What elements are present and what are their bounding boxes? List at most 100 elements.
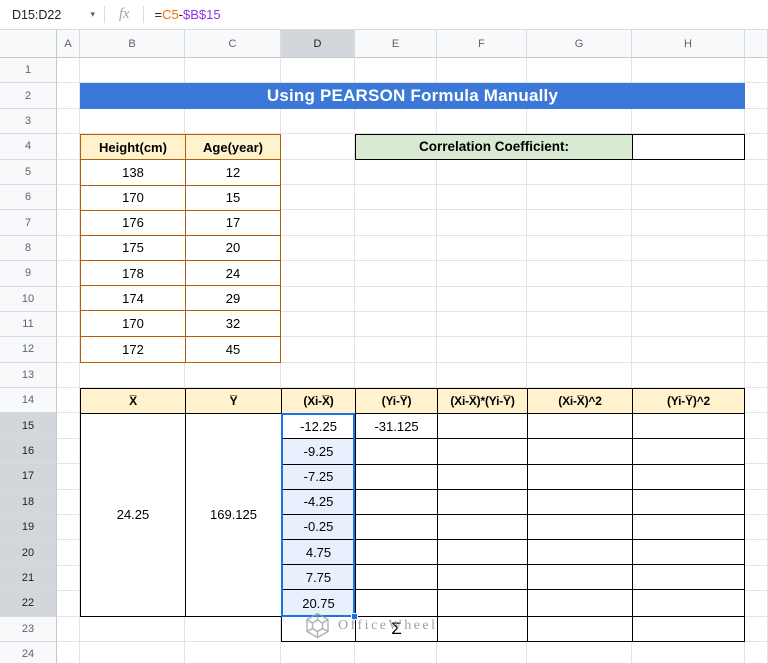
- table2-cell[interactable]: [633, 439, 744, 465]
- fill-handle[interactable]: [351, 612, 358, 620]
- table1-cell[interactable]: 29: [186, 286, 280, 312]
- table1-cell[interactable]: 24: [186, 261, 280, 287]
- table1-cell[interactable]: 138: [81, 160, 186, 186]
- table2-cell[interactable]: [528, 439, 633, 465]
- cell-A-2[interactable]: [57, 83, 80, 109]
- xi-deviation-cell[interactable]: -4.25: [282, 489, 356, 515]
- table2-cell[interactable]: [528, 414, 633, 440]
- table1-cell[interactable]: 20: [186, 235, 280, 261]
- row-header-15[interactable]: 15: [0, 413, 57, 439]
- cell-B-24[interactable]: [80, 641, 185, 663]
- cell-D-4[interactable]: [281, 134, 355, 160]
- table2-cell[interactable]: [528, 590, 633, 616]
- cell-G-13[interactable]: [527, 362, 632, 389]
- row-header-18[interactable]: 18: [0, 489, 57, 516]
- cell-D-11[interactable]: [281, 311, 355, 338]
- table2-cell[interactable]: [633, 464, 744, 490]
- cell-D-7[interactable]: [281, 210, 355, 236]
- table2-cell[interactable]: [528, 464, 633, 490]
- cell-A-13[interactable]: [57, 362, 80, 389]
- xi-deviation-cell[interactable]: 7.75: [282, 565, 356, 591]
- xi-deviation-cell[interactable]: 4.75: [282, 540, 356, 566]
- cell-E-8[interactable]: [355, 235, 437, 262]
- cell-A-10[interactable]: [57, 286, 80, 312]
- cell-overflow-10[interactable]: [745, 286, 768, 312]
- cell-overflow-22[interactable]: [745, 591, 768, 617]
- table1-cell[interactable]: 15: [186, 185, 280, 211]
- xi-deviation-cell[interactable]: -0.25: [282, 514, 356, 541]
- cell-A-19[interactable]: [57, 515, 80, 541]
- name-box[interactable]: D15:D22 ▾: [0, 0, 104, 29]
- cell-F-9[interactable]: [437, 261, 527, 287]
- cell-F-24[interactable]: [437, 641, 527, 663]
- select-all-corner[interactable]: [0, 30, 57, 58]
- row-header-5[interactable]: 5: [0, 159, 57, 185]
- row-header-13[interactable]: 13: [0, 362, 57, 389]
- column-header-E[interactable]: E: [355, 30, 437, 58]
- y-mean-cell[interactable]: 169.125: [186, 414, 282, 616]
- cell-A-11[interactable]: [57, 311, 80, 338]
- cell-D-3[interactable]: [281, 108, 355, 135]
- table1-cell[interactable]: 170: [81, 185, 186, 211]
- table2-cell[interactable]: [633, 590, 744, 616]
- sum-row-cell[interactable]: [633, 616, 744, 641]
- cell-A-20[interactable]: [57, 540, 80, 566]
- xi-deviation-cell[interactable]: -12.25: [282, 414, 356, 440]
- cell-C-23[interactable]: [185, 616, 281, 642]
- table1-cell[interactable]: 174: [81, 286, 186, 312]
- cell-overflow-16[interactable]: [745, 438, 768, 465]
- cell-overflow-13[interactable]: [745, 362, 768, 389]
- cell-H-7[interactable]: [632, 210, 745, 236]
- table2-cell[interactable]: [438, 540, 528, 566]
- table1-cell[interactable]: 17: [186, 210, 280, 236]
- row-header-24[interactable]: 24: [0, 641, 57, 663]
- cell-A-15[interactable]: [57, 413, 80, 439]
- cell-E-10[interactable]: [355, 286, 437, 312]
- cell-G-1[interactable]: [527, 58, 632, 84]
- cell-A-23[interactable]: [57, 616, 80, 642]
- table2-cell[interactable]: [528, 565, 633, 591]
- cell-A-5[interactable]: [57, 159, 80, 185]
- cell-D-8[interactable]: [281, 235, 355, 262]
- cell-B-3[interactable]: [80, 108, 185, 135]
- cell-A-3[interactable]: [57, 108, 80, 135]
- cell-overflow-7[interactable]: [745, 210, 768, 236]
- table1-cell[interactable]: 32: [186, 311, 280, 337]
- table2-cell[interactable]: [356, 590, 438, 616]
- sum-row-cell[interactable]: [528, 616, 633, 641]
- cell-E-3[interactable]: [355, 108, 437, 135]
- row-header-9[interactable]: 9: [0, 261, 57, 287]
- cell-overflow-8[interactable]: [745, 235, 768, 262]
- cell-A-8[interactable]: [57, 235, 80, 262]
- column-header-overflow[interactable]: [745, 30, 768, 58]
- table2-cell[interactable]: [528, 489, 633, 515]
- row-header-20[interactable]: 20: [0, 540, 57, 566]
- table1-cell[interactable]: 176: [81, 210, 186, 236]
- row-header-3[interactable]: 3: [0, 108, 57, 135]
- cell-E-11[interactable]: [355, 311, 437, 338]
- table1-cell[interactable]: 172: [81, 336, 186, 362]
- cell-D-6[interactable]: [281, 184, 355, 211]
- table2-cell[interactable]: [356, 489, 438, 515]
- table2-cell[interactable]: -31.125: [356, 414, 438, 440]
- cell-H-13[interactable]: [632, 362, 745, 389]
- table2-cell[interactable]: [438, 514, 528, 541]
- cell-F-10[interactable]: [437, 286, 527, 312]
- cell-C-24[interactable]: [185, 641, 281, 663]
- cell-D-12[interactable]: [281, 337, 355, 363]
- cell-H-3[interactable]: [632, 108, 745, 135]
- cell-A-12[interactable]: [57, 337, 80, 363]
- cell-C-13[interactable]: [185, 362, 281, 389]
- cell-A-14[interactable]: [57, 388, 80, 414]
- cell-overflow-23[interactable]: [745, 616, 768, 642]
- table2-cell[interactable]: [633, 489, 744, 515]
- cell-G-11[interactable]: [527, 311, 632, 338]
- table1-cell[interactable]: 45: [186, 336, 280, 362]
- cell-F-12[interactable]: [437, 337, 527, 363]
- cell-A-16[interactable]: [57, 438, 80, 465]
- cell-G-12[interactable]: [527, 337, 632, 363]
- table2-cell[interactable]: [438, 464, 528, 490]
- column-header-F[interactable]: F: [437, 30, 527, 58]
- cell-overflow-1[interactable]: [745, 58, 768, 84]
- cell-E-5[interactable]: [355, 159, 437, 185]
